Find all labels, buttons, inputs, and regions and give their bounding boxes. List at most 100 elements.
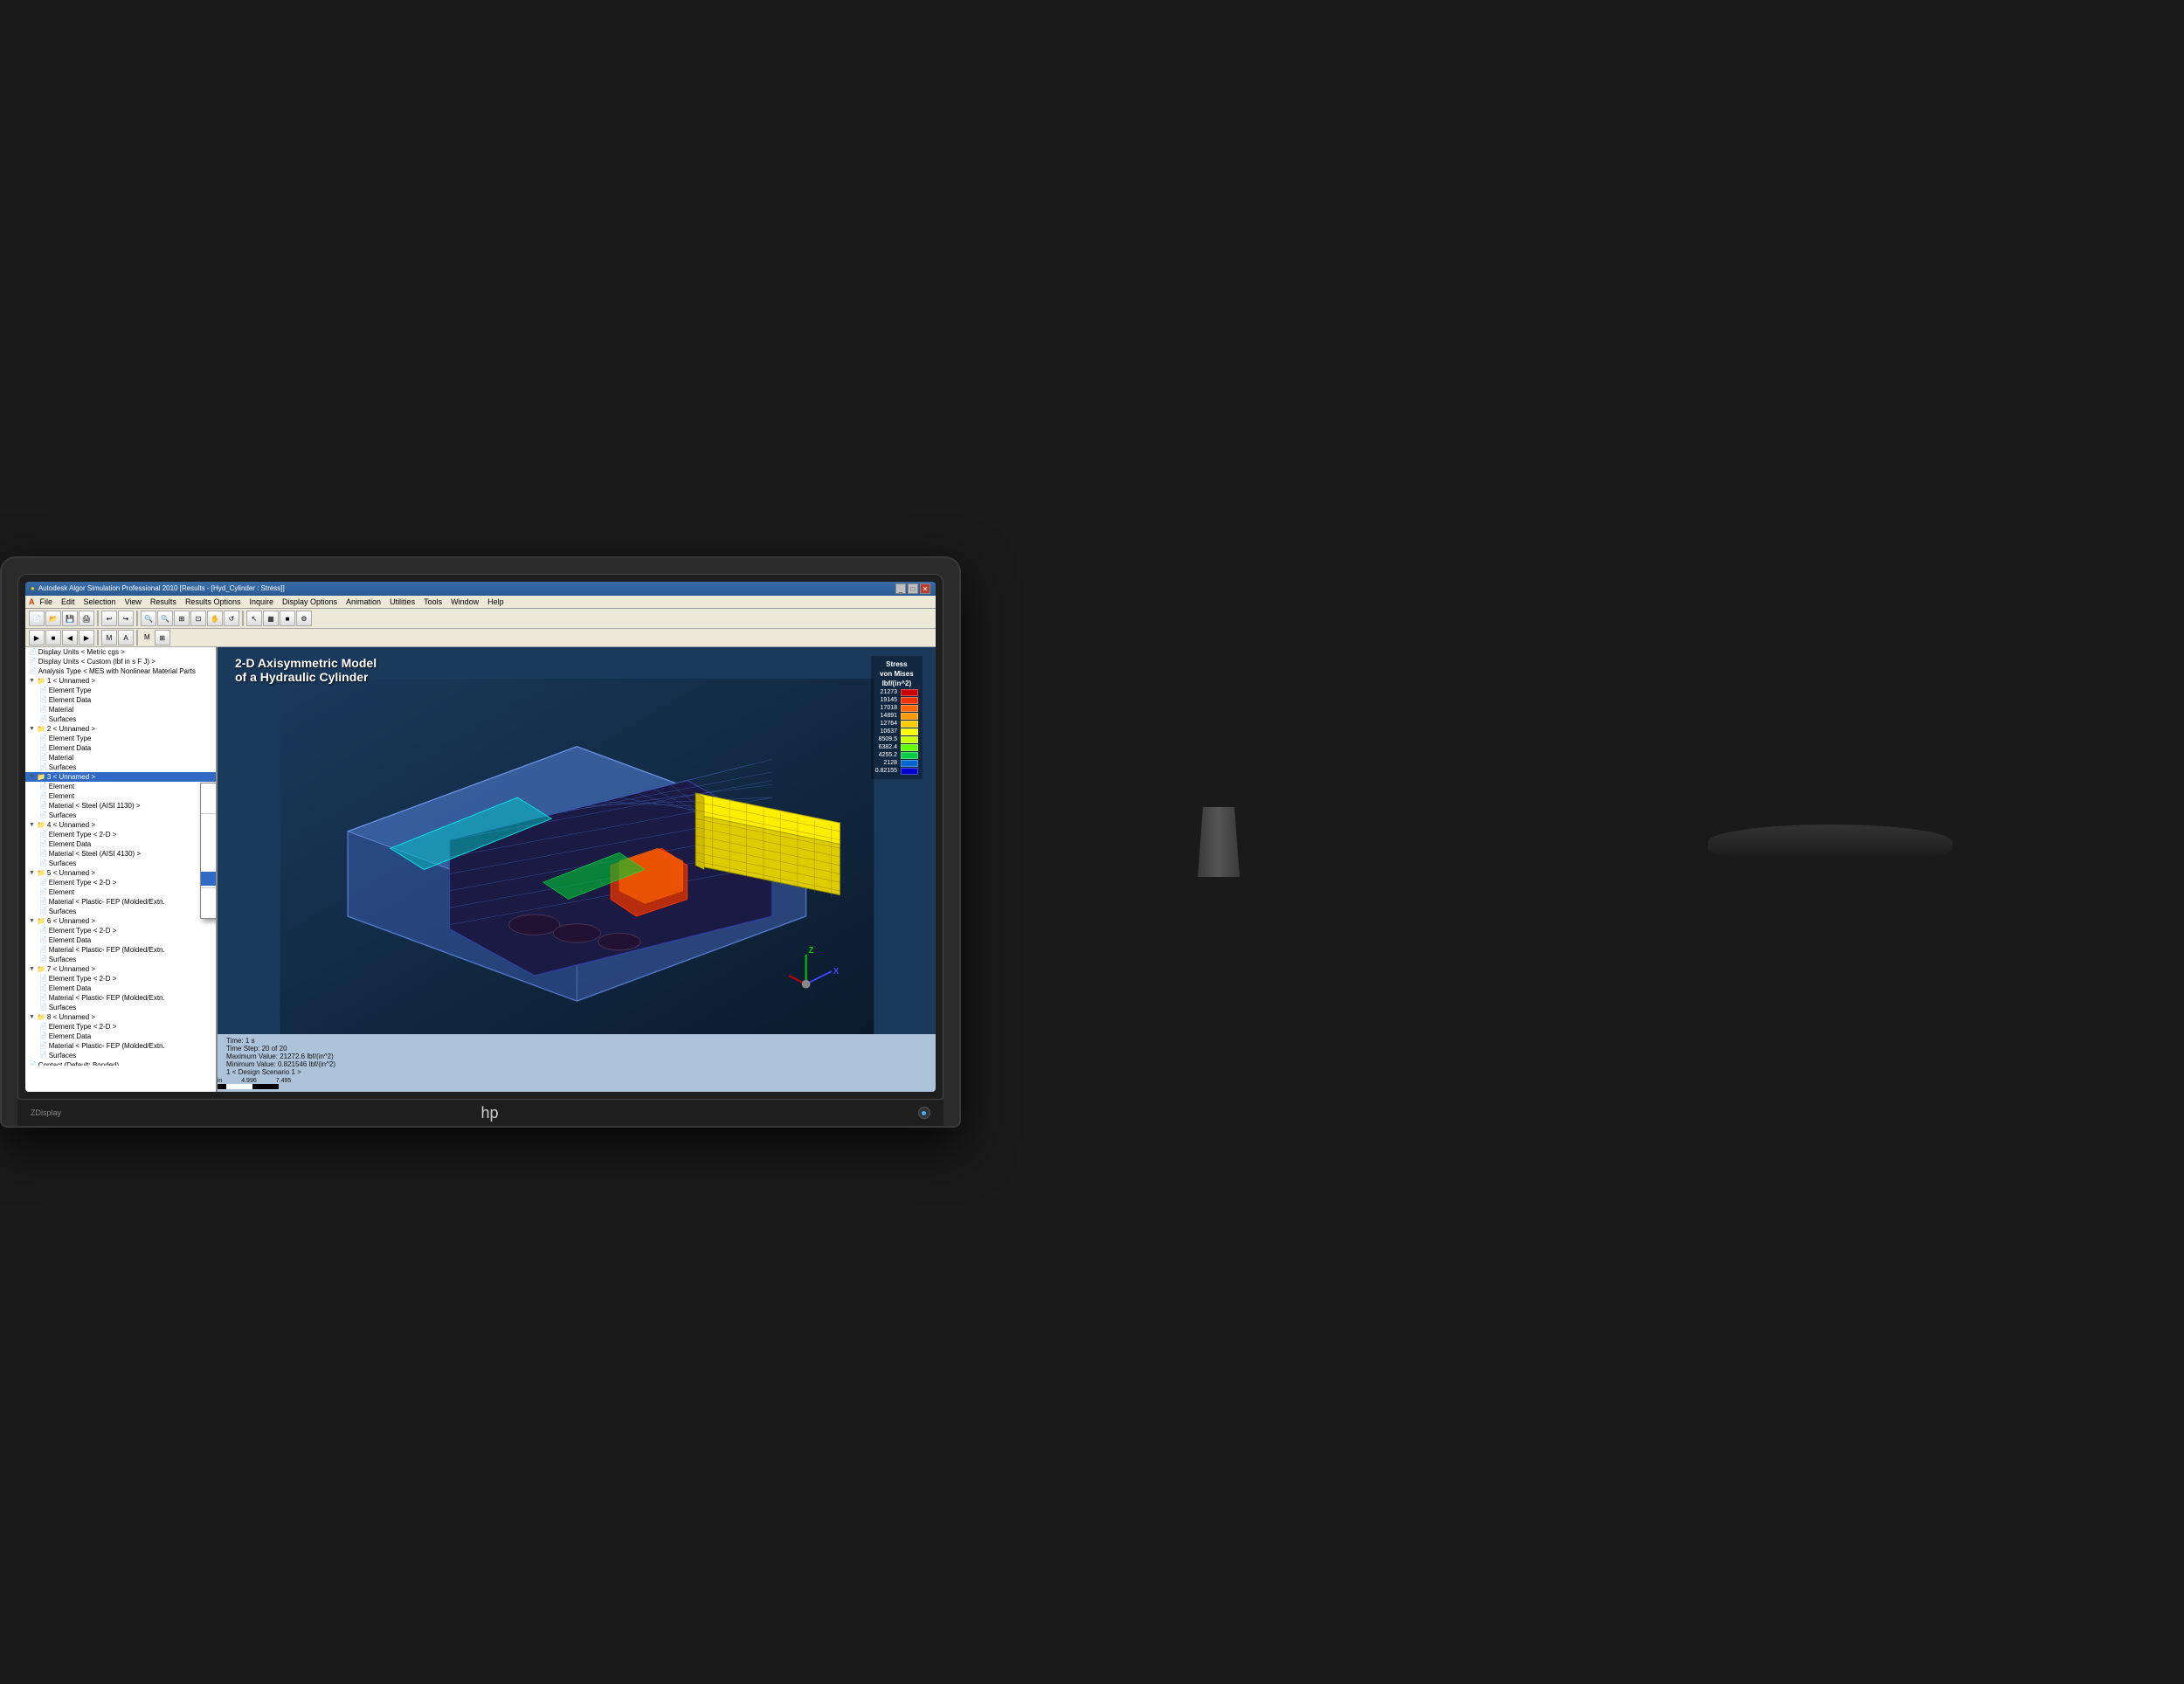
open-btn[interactable]: 📂: [45, 611, 61, 626]
tree-item-display-units-custom[interactable]: 📄 Display Units < Custom (lbf in s F J) …: [25, 657, 216, 666]
tree-item-part4-surf[interactable]: 📄 Surfaces: [25, 859, 216, 868]
context-menu-3d-visualization[interactable]: ✓ 3-D Visualization: [201, 872, 218, 886]
step-btn[interactable]: M: [101, 630, 117, 645]
tree-item-part1[interactable]: ▼ 📁 1 < Unnamed >: [25, 676, 216, 686]
context-menu-suppress-results[interactable]: Suppress Results: [201, 844, 218, 858]
context-menu: Show Hide Suppress Mesh Suppress Faces: [200, 783, 218, 919]
legend-swatch-8: [901, 752, 918, 759]
context-menu-suppress-faces[interactable]: Suppress Faces: [201, 830, 218, 844]
tree-item-part2-surf[interactable]: 📄 Surfaces: [25, 763, 216, 772]
tree-item-part4-ed[interactable]: 📄 Element Data: [25, 839, 216, 849]
tree-item-part1-surfaces[interactable]: 📄 Surfaces: [25, 714, 216, 724]
context-menu-hide[interactable]: Hide: [201, 797, 218, 811]
shaded-btn[interactable]: ■: [280, 611, 295, 626]
maximize-button[interactable]: □: [908, 583, 918, 594]
menu-tools[interactable]: Tools: [420, 597, 446, 607]
window-controls: _ □ ✕: [895, 583, 930, 594]
stop-btn[interactable]: ■: [45, 630, 61, 645]
tree-item-part1-element-type[interactable]: 📄 Element Type: [25, 686, 216, 695]
menu-inquire[interactable]: Inquire: [245, 597, 277, 607]
menu-help[interactable]: Help: [484, 597, 508, 607]
tree-item-part6-ed[interactable]: 📄 Element Data: [25, 935, 216, 945]
mode-btn[interactable]: A: [118, 630, 134, 645]
settings-btn[interactable]: ⚙: [296, 611, 312, 626]
tree-item-part3-mat[interactable]: 📄 Material < Steel (AISI 1130) >: [25, 801, 216, 811]
redo-btn[interactable]: ↪: [118, 611, 134, 626]
mesh-btn[interactable]: ⊞: [155, 630, 170, 645]
save-btn[interactable]: 💾: [62, 611, 78, 626]
wireframe-btn[interactable]: ▦: [263, 611, 279, 626]
tree-item-part6-surf[interactable]: 📄 Surfaces: [25, 955, 216, 964]
doc-icon: 📄: [39, 715, 47, 722]
tree-item-display-units-metric[interactable]: 📄 Display Units < Metric cgs >: [25, 647, 216, 657]
tree-item-part5-surf[interactable]: 📄 Surfaces: [25, 907, 216, 916]
tree-item-part8-surf[interactable]: 📄 Surfaces: [25, 1051, 216, 1060]
context-menu-transparency-level[interactable]: Transparency Level...: [201, 890, 218, 904]
zoom-out-btn[interactable]: 🔍: [157, 611, 173, 626]
context-menu-suppress-mesh[interactable]: Suppress Mesh: [201, 816, 218, 830]
viewport[interactable]: 2-D Axisymmetric Model of a Hydraulic Cy…: [218, 647, 936, 1093]
new-btn[interactable]: 📄: [29, 611, 45, 626]
tree-item-part3-el1[interactable]: 📄 Element: [25, 782, 216, 791]
tree-item-part1-material[interactable]: 📄 Material: [25, 705, 216, 714]
menu-animation[interactable]: Animation: [342, 597, 384, 607]
menu-view[interactable]: View: [121, 597, 145, 607]
menu-display-options[interactable]: Display Options: [279, 597, 341, 607]
tree-item-part7[interactable]: ▼ 📁 7 < Unnamed >: [25, 964, 216, 974]
tree-item-part7-mat[interactable]: 📄 Material < Plastic- FEP (Molded/Extn.: [25, 993, 216, 1003]
menu-utilities[interactable]: Utilities: [386, 597, 418, 607]
power-button[interactable]: [918, 1107, 930, 1119]
tree-item-part5-el[interactable]: 📄 Element: [25, 887, 216, 897]
tree-item-part6[interactable]: ▼ 📁 6 < Unnamed >: [25, 916, 216, 926]
zoom-in-btn[interactable]: 🔍: [141, 611, 156, 626]
menu-file[interactable]: File: [37, 597, 57, 607]
tree-item-part7-surf[interactable]: 📄 Surfaces: [25, 1003, 216, 1012]
rotate-btn[interactable]: ↺: [224, 611, 239, 626]
menu-edit[interactable]: Edit: [58, 597, 79, 607]
tree-item-part7-ed[interactable]: 📄 Element Data: [25, 983, 216, 993]
play-btn[interactable]: ▶: [29, 630, 45, 645]
context-menu-select-subentities[interactable]: Select Subentities ▶: [201, 904, 218, 918]
tree-item-part5-mat[interactable]: 📄 Material < Plastic- FEP (Molded/Extn.: [25, 897, 216, 907]
tree-item-part4-et[interactable]: 📄 Element Type < 2-D >: [25, 830, 216, 839]
tree-item-part8-ed[interactable]: 📄 Element Data: [25, 1032, 216, 1041]
menu-window[interactable]: Window: [447, 597, 482, 607]
close-button[interactable]: ✕: [920, 583, 930, 594]
tree-item-part8[interactable]: ▼ 📁 8 < Unnamed >: [25, 1012, 216, 1022]
tree-item-part8-et[interactable]: 📄 Element Type < 2-D >: [25, 1022, 216, 1032]
tree-item-part6-et[interactable]: 📄 Element Type < 2-D >: [25, 926, 216, 935]
tree-item-part5-et[interactable]: 📄 Element Type < 2-D >: [25, 878, 216, 887]
tree-item-part6-mat[interactable]: 📄 Material < Plastic- FEP (Molded/Extn.: [25, 945, 216, 955]
zoom-window-btn[interactable]: ⊡: [190, 611, 206, 626]
tree-item-part2-ed[interactable]: 📄 Element Data: [25, 743, 216, 753]
color-legend: Stress von Mises lbf/(in^2) 21273 19145: [871, 656, 923, 779]
tree-item-part4[interactable]: ▼ 📁 4 < Unnamed >: [25, 820, 216, 830]
tree-item-part8-mat[interactable]: 📄 Material < Plastic- FEP (Molded/Extn.: [25, 1041, 216, 1051]
tree-item-part2-mat[interactable]: 📄 Material: [25, 753, 216, 763]
tree-item-part5[interactable]: ▼ 📁 5 < Unnamed >: [25, 868, 216, 878]
select-btn[interactable]: ↖: [246, 611, 262, 626]
tree-item-analysis-type[interactable]: 📄 Analysis Type < MES with Nonlinear Mat…: [25, 666, 216, 676]
menu-selection[interactable]: Selection: [80, 597, 120, 607]
tree-item-part3-surf[interactable]: 📄 Surfaces: [25, 811, 216, 820]
prev-btn[interactable]: ◀: [62, 630, 78, 645]
tree-item-part2-et[interactable]: 📄 Element Type: [25, 734, 216, 743]
menu-results[interactable]: Results: [147, 597, 180, 607]
tree-content[interactable]: 📄 Display Units < Metric cgs > 📄 Display…: [25, 647, 216, 1066]
tree-item-part1-element-data[interactable]: 📄 Element Data: [25, 695, 216, 705]
tree-item-contact[interactable]: 📄 Contact (Default: Bonded): [25, 1060, 216, 1066]
context-menu-show[interactable]: Show: [201, 783, 218, 797]
undo-btn[interactable]: ↩: [101, 611, 117, 626]
tree-item-part3-el2[interactable]: 📄 Element: [25, 791, 216, 801]
tree-item-part3[interactable]: ▼ 📁 3 < Unnamed >: [25, 772, 216, 782]
pan-btn[interactable]: ✋: [207, 611, 223, 626]
tree-item-part4-mat[interactable]: 📄 Material < Steel (AISI 4130) >: [25, 849, 216, 859]
tree-item-part2[interactable]: ▼ 📁 2 < Unnamed >: [25, 724, 216, 734]
minimize-button[interactable]: _: [895, 583, 906, 594]
context-menu-draw-transparently[interactable]: Draw Transparently: [201, 858, 218, 872]
menu-results-options[interactable]: Results Options: [182, 597, 245, 607]
zoom-all-btn[interactable]: ⊞: [174, 611, 190, 626]
tree-item-part7-et[interactable]: 📄 Element Type < 2-D >: [25, 974, 216, 983]
print-btn[interactable]: 🖨: [79, 611, 94, 626]
next-btn[interactable]: ▶: [79, 630, 94, 645]
